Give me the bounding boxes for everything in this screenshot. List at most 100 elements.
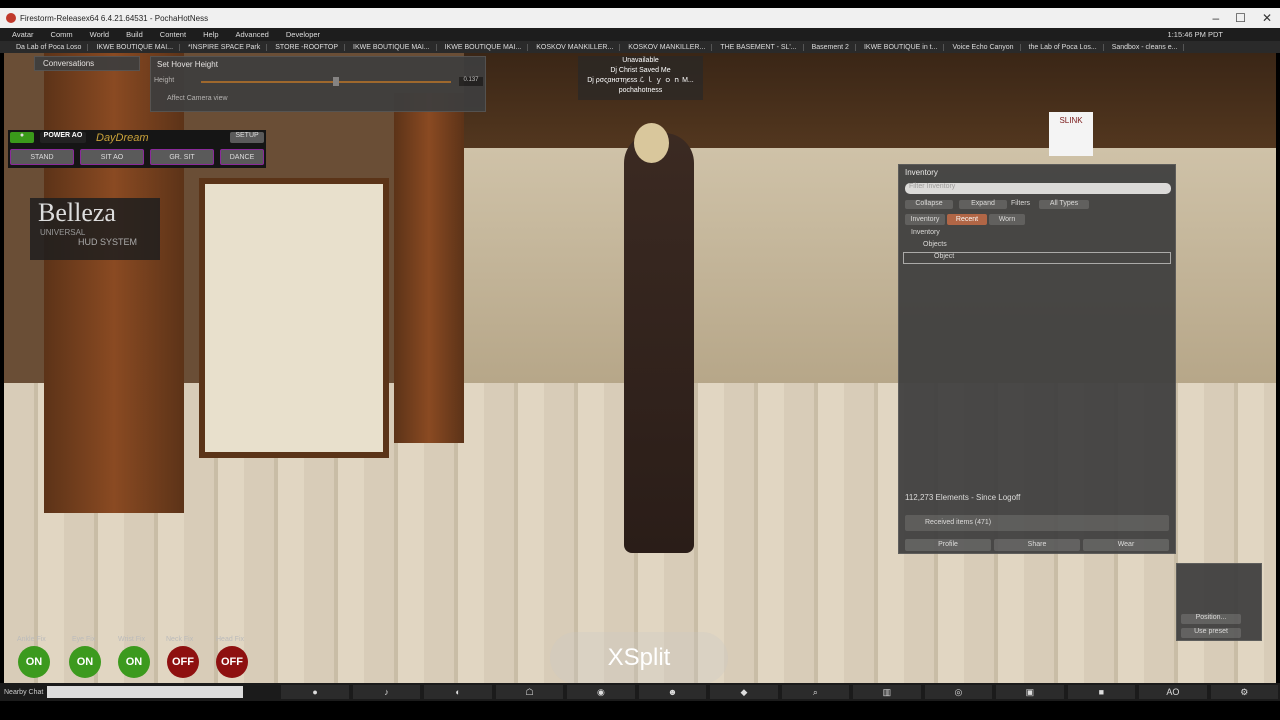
favorite-item[interactable]: IKWE BOUTIQUE MAI...	[439, 43, 529, 51]
chat-input[interactable]	[47, 686, 244, 698]
ankle-fix-label: Ankle Fix	[17, 636, 46, 643]
menu-world[interactable]: World	[90, 30, 109, 39]
menu-avatar[interactable]: Avatar	[12, 30, 34, 39]
tree-objects[interactable]: Objects	[923, 241, 947, 248]
tab-recent[interactable]: Recent	[947, 214, 987, 225]
close-icon[interactable]: ✕	[1262, 11, 1272, 25]
profile-button[interactable]: Profile	[905, 539, 991, 551]
expand-button[interactable]: Expand	[959, 200, 1007, 209]
appearance-icon[interactable]: ◆	[710, 685, 778, 699]
head-fix-toggle[interactable]: OFF	[216, 646, 248, 678]
menu-developer[interactable]: Developer	[286, 30, 320, 39]
inventory-title: Inventory	[905, 168, 938, 177]
favorite-item[interactable]: Voice Echo Canyon	[946, 43, 1021, 51]
menu-content[interactable]: Content	[160, 30, 186, 39]
height-value[interactable]: 0.137	[459, 77, 483, 86]
preset-dropdown[interactable]: Use preset	[1181, 628, 1241, 638]
menu-advanced[interactable]: Advanced	[236, 30, 269, 39]
ground-sit-button[interactable]: GR. SIT	[150, 149, 214, 165]
power-toggle[interactable]: ●	[10, 132, 34, 143]
app-icon	[6, 13, 16, 23]
share-button[interactable]: Share	[994, 539, 1080, 551]
bottom-toolbar: Nearby Chat ● ♪ ◐ ☖ ◉ ☻ ◆ ⌕ ▥ ◎ ▣ ■ AO ⚙	[0, 683, 1280, 701]
tree-root[interactable]: Inventory	[911, 229, 940, 236]
voice-icon[interactable]: ♪	[352, 685, 421, 699]
stand-button[interactable]: STAND	[10, 149, 74, 165]
favorite-item[interactable]: THE BASEMENT - SL'...	[714, 43, 804, 51]
wrist-fix-label: Wrist Fix	[118, 636, 146, 643]
avatar-head	[634, 123, 669, 163]
ankle-fix-toggle[interactable]: ON	[18, 646, 50, 678]
camera-controls[interactable]: Position... Use preset	[1176, 563, 1262, 641]
minimize-icon[interactable]: –	[1212, 11, 1219, 25]
belleza-title: Belleza	[38, 198, 116, 227]
wear-button[interactable]: Wear	[1083, 539, 1169, 551]
favorite-item[interactable]: IKWE BOUTIQUE in t...	[858, 43, 945, 51]
favorite-item[interactable]: *INSPIRE SPACE Park	[182, 43, 268, 51]
neck-fix-toggle[interactable]: OFF	[167, 646, 199, 678]
hover-height-panel: Set Hover Height Height 0.137 Affect Cam…	[150, 56, 486, 112]
favorite-item[interactable]: IKWE BOUTIQUE MAI...	[347, 43, 437, 51]
xsplit-watermark: XSplit	[550, 632, 728, 684]
favorite-item[interactable]: STORE -ROOFTOP	[269, 43, 345, 51]
inventory-panel: Inventory Filter Inventory Collapse Expa…	[898, 164, 1176, 554]
wrist-fix-toggle[interactable]: ON	[118, 646, 150, 678]
tab-worn[interactable]: Worn	[989, 214, 1025, 225]
height-slider[interactable]	[201, 81, 451, 83]
menu-help[interactable]: Help	[203, 30, 218, 39]
settings-icon[interactable]: ⚙	[1210, 685, 1279, 699]
viewer-window: Firestorm-Releasex64 6.4.21.64531 - Poch…	[0, 0, 1280, 720]
shoji-door	[199, 178, 389, 458]
eye-fix-toggle[interactable]: ON	[69, 646, 101, 678]
minimap-icon[interactable]: ◎	[924, 685, 993, 699]
avatar[interactable]	[624, 133, 694, 553]
setup-button[interactable]: SETUP	[230, 132, 264, 143]
filter-input[interactable]: Filter Inventory	[905, 183, 1171, 194]
ao-brand: DayDream	[96, 132, 149, 144]
belleza-hud[interactable]: Belleza UNIVERSAL HUD SYSTEM	[30, 198, 160, 260]
favorite-item[interactable]: KOSKOV MANKILLER...	[530, 43, 621, 51]
favorite-item[interactable]: the Lab of Poca Los...	[1023, 43, 1104, 51]
hover-title: Set Hover Height	[157, 60, 218, 69]
view-icon[interactable]: ◉	[567, 685, 635, 699]
slink-hud[interactable]: SLINK	[1049, 112, 1093, 156]
tab-inventory[interactable]: Inventory	[905, 214, 945, 225]
clock: 1:15:46 PM PDT	[1167, 30, 1223, 39]
snapshot-icon[interactable]: ▣	[996, 685, 1064, 699]
sit-ao-button[interactable]: SIT AO	[80, 149, 144, 165]
favorite-item[interactable]: Basement 2	[806, 43, 856, 51]
height-label: Height	[154, 77, 175, 84]
position-dropdown[interactable]: Position...	[1181, 614, 1241, 624]
types-dropdown[interactable]: All Types	[1039, 200, 1089, 209]
inventory-icon[interactable]: ■	[1067, 685, 1136, 699]
favorite-item[interactable]: IKWE BOUTIQUE MAI...	[90, 43, 181, 51]
chat-icon[interactable]: ●	[281, 685, 349, 699]
people-icon[interactable]: ☻	[638, 685, 707, 699]
belleza-sub1: UNIVERSAL	[40, 228, 86, 237]
map-icon[interactable]: ▥	[853, 685, 921, 699]
menu-build[interactable]: Build	[126, 30, 143, 39]
tree-object[interactable]: Object	[903, 252, 1171, 264]
avatar-nametag: Unavailable Dj Christ Saved Me Dj ρσς̧αн…	[578, 56, 703, 100]
menu-bar: Avatar Comm World Build Content Help Adv…	[0, 28, 1280, 41]
favorite-item[interactable]: KOSKOV MANKILLER...	[622, 43, 713, 51]
affect-camera-checkbox[interactable]: Affect Camera view	[167, 95, 228, 102]
menu-comm[interactable]: Comm	[51, 30, 73, 39]
neck-fix-label: Neck Fix	[166, 636, 194, 643]
nearby-chat-label: Nearby Chat	[4, 688, 44, 696]
slider-handle[interactable]	[333, 77, 339, 86]
received-items[interactable]: Received items (471)	[905, 515, 1169, 531]
speak-icon[interactable]: ◐	[424, 685, 492, 699]
move-icon[interactable]: ☖	[495, 685, 564, 699]
conversations-bar[interactable]: Conversations	[34, 56, 140, 71]
favorite-item[interactable]: Da Lab of Poca Loso	[10, 43, 89, 51]
search-icon[interactable]: ⌕	[781, 685, 850, 699]
collapse-button[interactable]: Collapse	[905, 200, 953, 209]
belleza-sub2: HUD SYSTEM	[78, 237, 138, 247]
ao-icon[interactable]: AO	[1139, 685, 1207, 699]
username: pochahotness	[618, 87, 663, 94]
wood-pillar	[394, 93, 464, 443]
dance-button[interactable]: DANCE	[220, 149, 264, 165]
maximize-icon[interactable]: ☐	[1235, 11, 1246, 25]
favorite-item[interactable]: Sandbox - cleans e...	[1106, 43, 1185, 51]
